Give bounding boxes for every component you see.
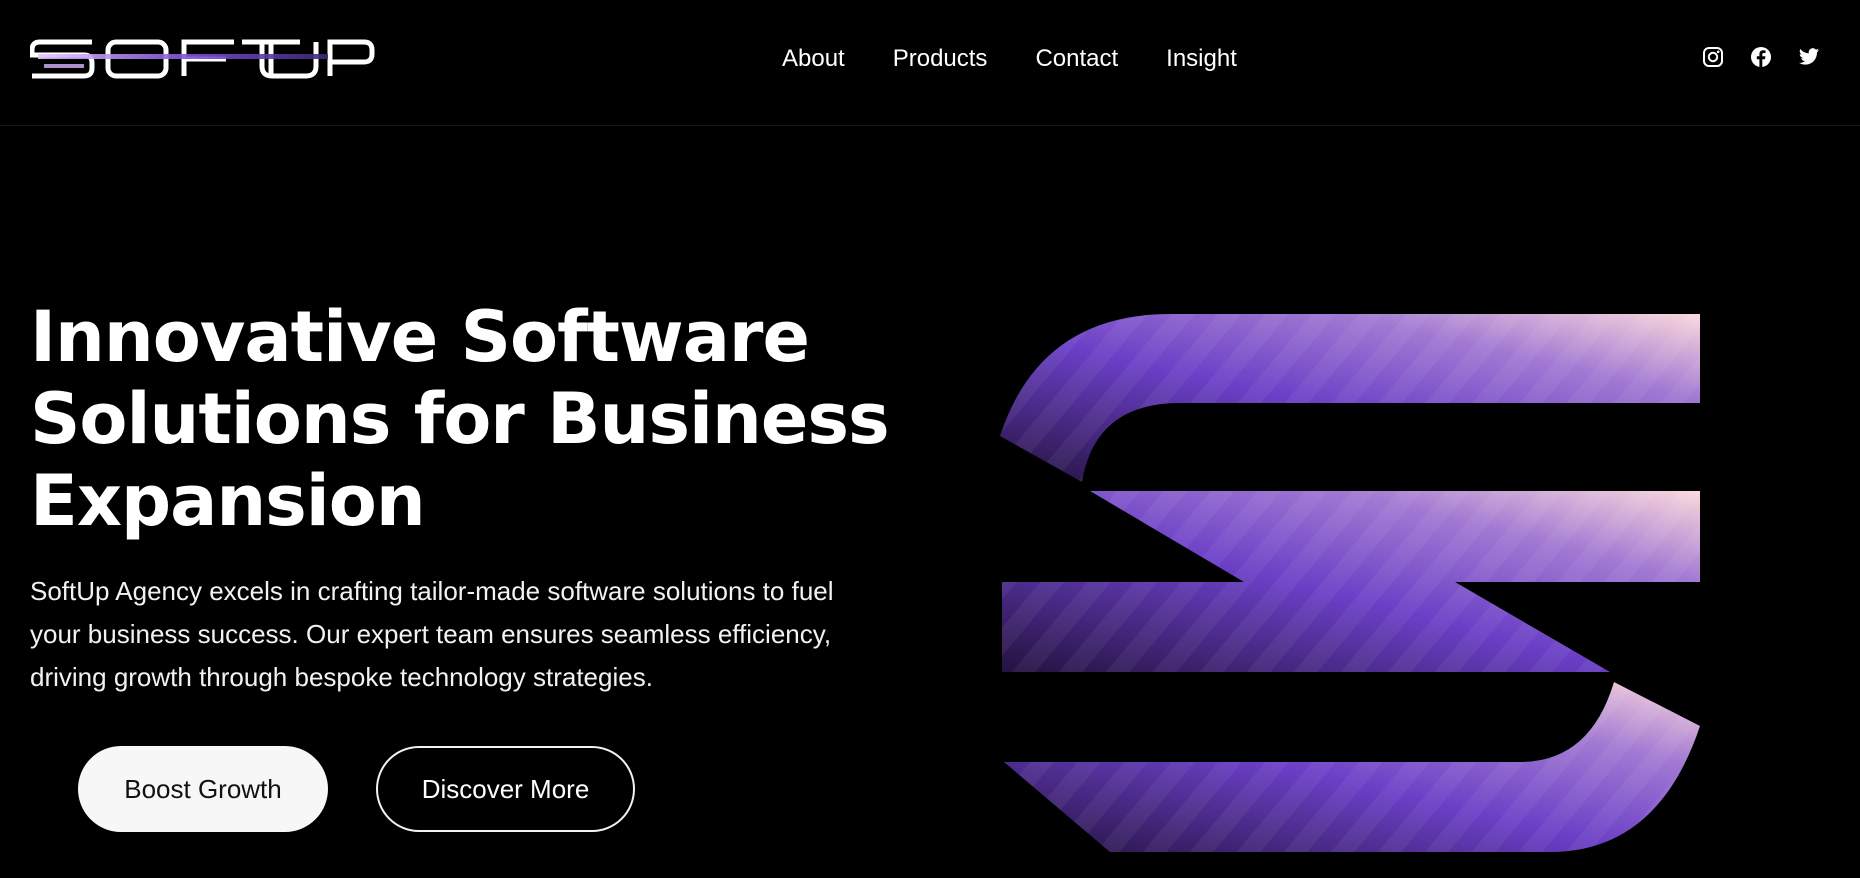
twitter-icon[interactable] — [1798, 46, 1820, 68]
hero-description: SoftUp Agency excels in crafting tailor-… — [30, 576, 834, 692]
instagram-icon[interactable] — [1702, 46, 1724, 68]
nav-contact[interactable]: Contact — [1035, 40, 1118, 78]
social-links — [1702, 46, 1820, 68]
main-nav: About Products Contact Insight — [782, 40, 1237, 78]
nav-products[interactable]: Products — [893, 40, 988, 78]
logo[interactable] — [30, 38, 376, 80]
facebook-icon[interactable] — [1750, 46, 1772, 68]
site-header: About Products Contact Insight — [0, 0, 1860, 126]
hero-title: Innovative Software Solutions for Busine… — [30, 296, 890, 542]
s-logo-graphic — [990, 306, 1710, 878]
nav-insight[interactable]: Insight — [1166, 40, 1237, 78]
boost-growth-button[interactable]: Boost Growth — [78, 746, 328, 832]
nav-about[interactable]: About — [782, 40, 845, 78]
discover-more-button[interactable]: Discover More — [376, 746, 635, 832]
logo-wordmark — [30, 39, 375, 79]
